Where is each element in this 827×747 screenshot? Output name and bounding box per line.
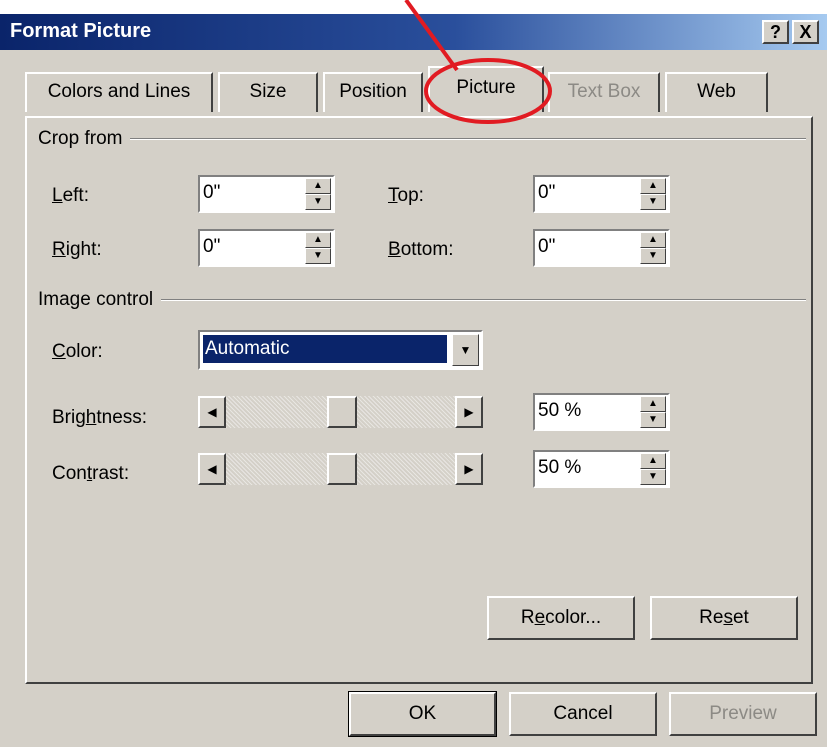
annotation-overlay bbox=[404, 0, 552, 124]
annotation-circle bbox=[424, 58, 552, 124]
annotation-pointer bbox=[404, 0, 459, 72]
